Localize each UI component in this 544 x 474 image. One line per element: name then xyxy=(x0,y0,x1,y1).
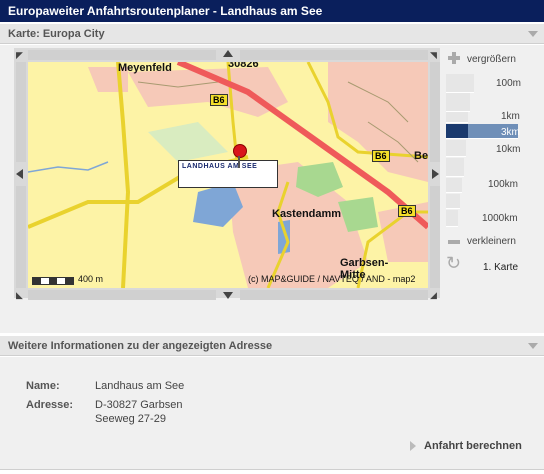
zoom-in-label[interactable]: vergrößern xyxy=(467,54,516,65)
map-canvas[interactable]: Meyenfeld 30826 Kastendamm Garbsen- Mitt… xyxy=(28,62,428,288)
pin-needle xyxy=(238,156,240,168)
pan-northeast-icon[interactable]: ◥ xyxy=(430,50,440,60)
zoom-level-label-active[interactable]: 3km xyxy=(501,127,520,138)
info-section-title: Weitere Informationen zu der angezeigten… xyxy=(8,340,273,352)
place-label: Meyenfeld xyxy=(118,62,172,74)
zoom-level-bar[interactable] xyxy=(446,74,474,93)
zoom-level-active-bar[interactable] xyxy=(446,124,468,139)
calculate-route-button[interactable]: Anfahrt berechnen xyxy=(424,440,522,452)
zoom-level-bar[interactable] xyxy=(446,93,470,112)
route-arrow-icon[interactable] xyxy=(410,441,416,451)
zoom-level-bar[interactable] xyxy=(446,112,468,123)
road-badge: B6 xyxy=(372,150,390,162)
road-badge: B6 xyxy=(398,205,416,217)
zoom-level-bar[interactable] xyxy=(446,178,462,193)
zoom-level-label[interactable]: 1000km xyxy=(482,213,518,224)
bottom-divider xyxy=(0,469,544,470)
info-section-header: Weitere Informationen zu der angezeigten… xyxy=(0,336,544,356)
name-value: Landhaus am See xyxy=(95,380,185,392)
scale-bar xyxy=(32,277,74,285)
pan-west-bar-bottom[interactable] xyxy=(16,186,26,288)
zoom-level-bar[interactable] xyxy=(446,210,458,227)
pan-north-icon[interactable] xyxy=(223,50,233,57)
place-label: 30826 xyxy=(228,62,259,70)
pan-west-bar-top[interactable] xyxy=(16,62,26,162)
pan-south-icon[interactable] xyxy=(223,292,233,299)
marker-label-text: LANDHAUS AM SEE xyxy=(182,163,258,170)
place-label: Be xyxy=(414,150,428,162)
zoom-level-bar[interactable] xyxy=(446,194,460,209)
collapse-arrow-icon[interactable] xyxy=(528,31,538,37)
zoom-level-label[interactable]: 100km xyxy=(488,179,518,190)
map-section-header: Karte: Europa City xyxy=(0,24,544,44)
window-title: Europaweiter Anfahrtsroutenplaner - Land… xyxy=(0,0,544,22)
address-line1: D-30827 Garbsen xyxy=(95,399,183,411)
place-label: Garbsen- xyxy=(340,257,389,269)
reset-map-icon[interactable]: ↻ xyxy=(446,254,461,272)
pan-east-icon[interactable] xyxy=(432,169,439,179)
road-badge: B6 xyxy=(210,94,228,106)
map-copyright: (c) MAP&GUIDE / NAVTEQ / AND - map2 xyxy=(248,274,416,284)
pan-east-bar-bottom[interactable] xyxy=(430,186,440,288)
zoom-in-icon[interactable] xyxy=(448,52,460,64)
address-line2: Seeweg 27-29 xyxy=(95,413,166,425)
zoom-level-label[interactable]: 100m xyxy=(496,78,521,89)
pan-northwest-icon[interactable]: ◤ xyxy=(16,50,26,60)
pan-north-bar-left[interactable] xyxy=(28,50,216,60)
pan-north-bar-right[interactable] xyxy=(240,50,428,60)
pan-south-bar-right[interactable] xyxy=(240,290,428,300)
pan-east-bar-top[interactable] xyxy=(430,62,440,162)
zoom-out-label[interactable]: verkleinern xyxy=(467,236,516,247)
pan-south-bar-left[interactable] xyxy=(28,290,216,300)
zoom-level-label[interactable]: 10km xyxy=(496,144,520,155)
info-panel xyxy=(0,357,544,469)
zoom-out-icon[interactable] xyxy=(448,240,460,244)
zoom-level-bar[interactable] xyxy=(446,140,466,157)
address-label: Adresse: xyxy=(26,399,74,411)
pan-west-icon[interactable] xyxy=(16,169,23,179)
zoom-level-bar[interactable] xyxy=(446,158,464,177)
scale-text: 400 m xyxy=(78,274,104,284)
reset-map-label[interactable]: 1. Karte xyxy=(483,262,518,273)
marker-label-box[interactable]: LANDHAUS AM SEE xyxy=(178,160,278,188)
collapse-arrow-icon[interactable] xyxy=(528,343,538,349)
zoom-level-label[interactable]: 1km xyxy=(501,111,520,122)
location-pin-icon[interactable] xyxy=(233,144,247,158)
map-section-title: Karte: Europa City xyxy=(8,28,105,40)
place-label: Kastendamm xyxy=(272,208,342,220)
name-label: Name: xyxy=(26,380,60,392)
pan-southeast-icon[interactable]: ◢ xyxy=(430,290,440,300)
pan-southwest-icon[interactable]: ◣ xyxy=(16,290,26,300)
